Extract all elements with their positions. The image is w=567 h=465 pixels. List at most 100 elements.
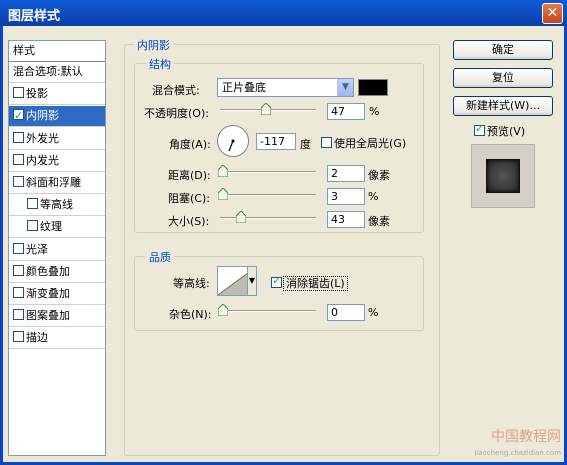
size-unit: 像素 [368,215,390,228]
style-list-item[interactable]: 斜面和浮雕 [9,173,105,194]
close-icon: ✕ [546,5,559,21]
choke-unit: % [368,190,379,203]
style-list-item[interactable]: 外发光 [9,129,105,150]
preview-option[interactable]: 预览(V) [474,122,526,139]
watermark-text: 中国教程网 [491,429,561,445]
opacity-slider-thumb[interactable] [261,103,271,115]
blend-mode-select[interactable]: 正片叠底 ▼ [217,78,354,97]
style-list: 样式 混合选项:默认投影内阴影外发光内发光斜面和浮雕等高线纹理光泽颜色叠加渐变叠… [8,40,106,456]
contour-dropdown[interactable]: ▼ [247,266,257,296]
style-list-header: 样式 [9,41,105,62]
style-list-item[interactable]: 颜色叠加 [9,262,105,283]
style-list-item[interactable]: 描边 [9,328,105,350]
global-light-label: 使用全局光(G) [334,137,407,150]
style-list-item[interactable]: 纹理 [9,217,105,239]
style-list-item-label: 等高线 [40,198,73,212]
quality-title: 品质 [146,249,174,265]
angle-label: 角度(A): [169,138,211,151]
preview-swatch [486,159,520,193]
style-checkbox[interactable] [13,106,24,126]
style-list-item[interactable]: 内发光 [9,151,105,172]
distance-unit: 像素 [368,169,390,182]
opacity-unit: % [369,105,380,118]
noise-slider-thumb[interactable] [218,304,228,316]
style-list-item-label: 外发光 [26,131,59,145]
shadow-color-swatch[interactable] [358,79,388,96]
distance-input[interactable]: 2 [327,165,365,182]
distance-label: 距离(D): [168,169,211,182]
style-list-item-label: 投影 [26,87,48,101]
style-checkbox[interactable] [13,287,24,298]
style-list-item[interactable]: 光泽 [9,240,105,261]
style-list-item[interactable]: 等高线 [9,195,105,217]
opacity-label: 不透明度(O): [144,107,209,120]
global-light-option[interactable]: 使用全局光(G) [321,135,406,151]
new-style-button[interactable]: 新建样式(W)... [453,96,553,116]
choke-slider-track[interactable] [220,194,316,196]
style-checkbox[interactable] [13,87,24,99]
title-bar: 图层样式 ✕ [0,0,567,26]
style-list-item-label: 斜面和浮雕 [26,176,81,189]
style-list-item-label: 纹理 [40,220,62,234]
style-list-item[interactable]: 渐变叠加 [9,284,105,305]
style-checkbox[interactable] [27,220,38,232]
choke-slider-thumb[interactable] [218,188,228,200]
watermark-url: jiaocheng.chazidian.com [474,449,561,457]
style-list-item-label: 内阴影 [26,109,59,123]
blend-mode-value: 正片叠底 [222,81,266,94]
style-list-item-label: 图案叠加 [26,309,70,323]
style-list-item[interactable]: 内阴影 [9,106,105,128]
style-checkbox[interactable] [13,331,24,343]
style-checkbox[interactable] [13,242,24,254]
global-light-checkbox[interactable] [321,137,332,148]
angle-dial[interactable] [217,125,249,157]
anti-alias-checkbox[interactable] [271,274,282,288]
style-checkbox[interactable] [13,309,24,321]
style-list-item-label: 内发光 [26,153,59,167]
ok-button[interactable]: 确定 [453,40,553,60]
style-checkbox[interactable] [13,153,24,165]
angle-input[interactable]: -117 [256,133,296,150]
style-checkbox[interactable] [13,176,24,187]
distance-slider-track[interactable] [220,171,316,173]
style-checkbox[interactable] [13,131,24,143]
reset-button[interactable]: 复位 [453,68,553,88]
inner-shadow-title: 内阴影 [134,37,173,53]
preview-label: 预览(V) [487,125,526,138]
structure-title: 结构 [146,56,174,72]
preview-checkbox[interactable] [474,122,485,136]
noise-slider-track[interactable] [220,310,316,312]
choke-label: 阻塞(C): [168,192,210,205]
chevron-down-icon: ▼ [337,79,353,96]
style-preview [471,144,535,208]
anti-alias-option[interactable]: 消除锯齿(L) [271,274,348,291]
style-list-item-label: 描边 [26,331,48,345]
watermark: 中国教程网 jiaocheng.chazidian.com [474,429,561,461]
angle-unit: 度 [300,138,311,151]
noise-label: 杂色(N): [169,308,212,321]
opacity-input[interactable]: 47 [327,103,365,120]
style-list-item[interactable]: 图案叠加 [9,306,105,328]
choke-input[interactable]: 3 [327,188,365,205]
size-slider-track[interactable] [220,217,316,219]
style-checkbox[interactable] [13,264,24,276]
size-slider-thumb[interactable] [236,211,246,223]
style-list-item-label: 光泽 [26,242,48,256]
size-input[interactable]: 43 [327,211,365,228]
close-button[interactable]: ✕ [542,3,563,24]
style-list-item[interactable]: 混合选项:默认 [9,62,105,83]
distance-slider-thumb[interactable] [218,165,228,177]
noise-input[interactable]: 0 [327,304,365,321]
style-list-item[interactable]: 投影 [9,84,105,106]
anti-alias-label: 消除锯齿(L) [283,276,348,291]
chevron-down-icon: ▼ [248,276,256,285]
style-list-item-label: 混合选项:默认 [13,65,83,78]
style-list-item-label: 渐变叠加 [26,287,70,300]
window-title: 图层样式 [8,9,61,24]
blend-mode-label: 混合模式: [152,84,200,97]
size-label: 大小(S): [168,215,210,228]
noise-unit: % [368,306,379,319]
contour-label: 等高线: [173,277,210,290]
style-checkbox[interactable] [27,198,38,210]
style-list-item-label: 颜色叠加 [26,264,70,278]
